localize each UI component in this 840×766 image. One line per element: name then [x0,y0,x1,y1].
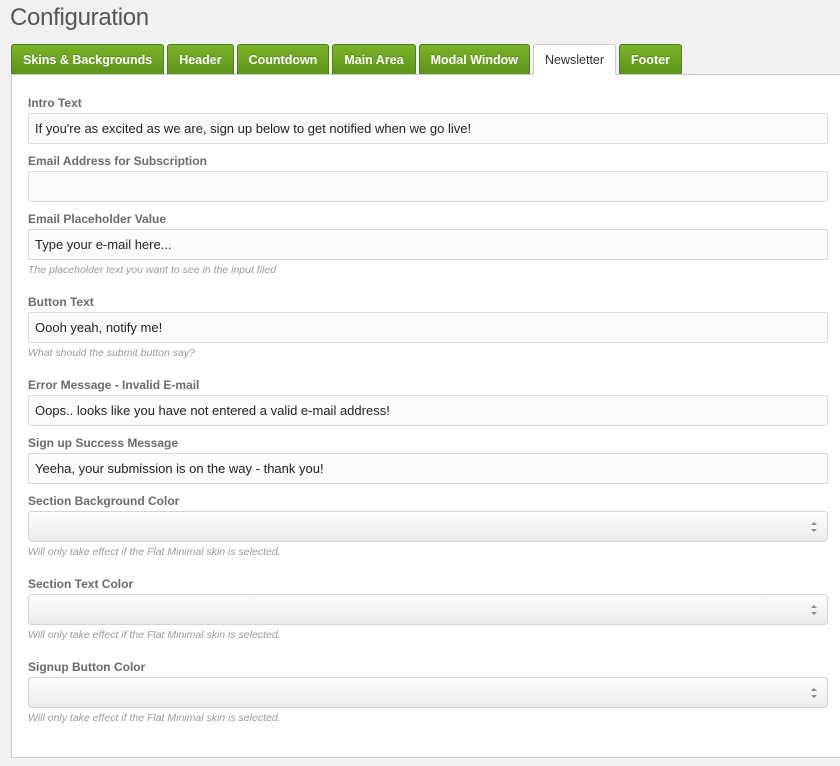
intro-text-field: Intro Text [28,96,828,144]
success-message-field: Sign up Success Message [28,436,828,484]
signup-button-color-field: Signup Button Color Will only take effec… [28,660,828,724]
tab-header[interactable]: Header [167,44,234,74]
configuration-page: Configuration Skins & Backgrounds Header… [0,0,840,766]
email-address-label: Email Address for Subscription [28,154,207,168]
page-title: Configuration [10,4,149,31]
error-message-label: Error Message - Invalid E-mail [28,378,200,392]
section-bg-color-label: Section Background Color [28,494,180,508]
email-placeholder-label: Email Placeholder Value [28,212,167,226]
tab-newsletter[interactable]: Newsletter [532,44,617,75]
tab-skins-backgrounds[interactable]: Skins & Backgrounds [11,44,165,74]
section-text-color-field: Section Text Color Will only take effect… [28,577,828,641]
email-address-field: Email Address for Subscription [28,154,828,202]
email-placeholder-input[interactable] [28,229,828,260]
tab-bar: Skins & Backgrounds Header Countdown Mai… [11,44,682,75]
section-text-color-label: Section Text Color [28,577,134,591]
section-text-color-select[interactable] [28,594,828,625]
select-arrows-icon [811,605,817,615]
select-arrows-icon [811,688,817,698]
signup-button-color-help: Will only take effect if the Flat Minima… [28,712,281,724]
tab-main-area[interactable]: Main Area [332,44,416,74]
select-arrows-icon [811,522,817,532]
button-text-input[interactable] [28,312,828,343]
newsletter-settings-panel: Intro Text Email Address for Subscriptio… [11,74,840,758]
section-text-color-help: Will only take effect if the Flat Minima… [28,629,281,641]
success-message-input[interactable] [28,453,828,484]
error-message-field: Error Message - Invalid E-mail [28,378,828,426]
tab-modal-window[interactable]: Modal Window [418,44,530,74]
tab-footer[interactable]: Footer [619,44,682,74]
section-bg-color-field: Section Background Color Will only take … [28,494,828,558]
section-bg-color-help: Will only take effect if the Flat Minima… [28,546,281,558]
intro-text-label: Intro Text [28,96,82,110]
button-text-label: Button Text [28,295,94,309]
intro-text-input[interactable] [28,113,828,144]
button-text-field: Button Text What should the submit butto… [28,295,828,359]
success-message-label: Sign up Success Message [28,436,179,450]
button-text-help: What should the submit button say? [28,347,195,359]
error-message-input[interactable] [28,395,828,426]
section-bg-color-select[interactable] [28,511,828,542]
email-address-input[interactable] [28,171,828,202]
email-placeholder-help: The placeholder text you want to see in … [28,264,277,276]
email-placeholder-field: Email Placeholder Value The placeholder … [28,212,828,276]
signup-button-color-select[interactable] [28,677,828,708]
tab-countdown[interactable]: Countdown [236,44,330,74]
signup-button-color-label: Signup Button Color [28,660,146,674]
